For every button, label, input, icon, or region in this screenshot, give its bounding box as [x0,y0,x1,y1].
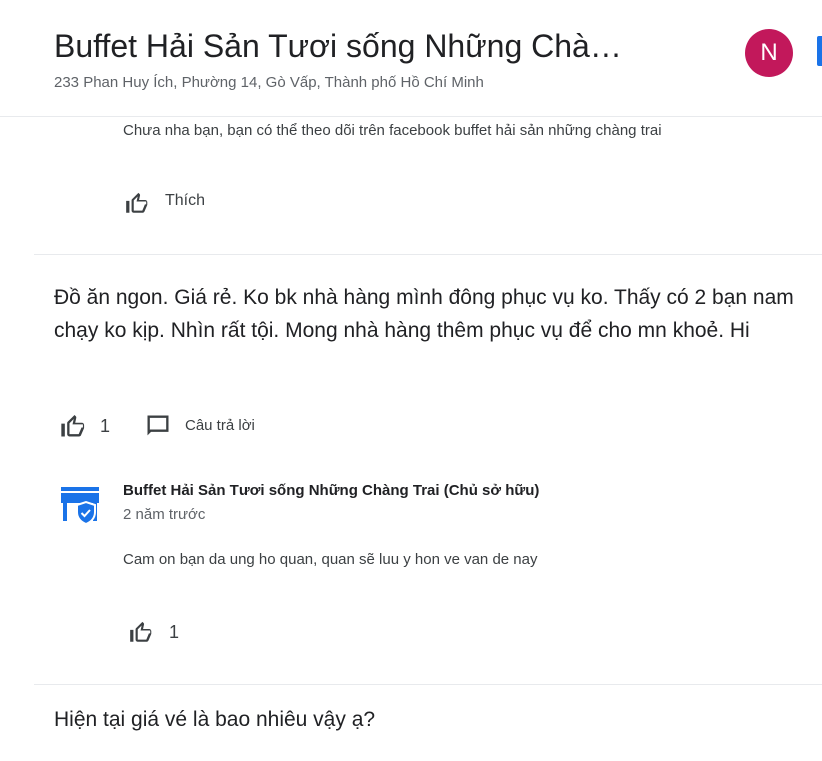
reply-text: Chưa nha bạn, bạn có thể theo dõi trên f… [123,122,662,139]
place-title: Buffet Hải Sản Tươi sống Những Chà… [54,28,622,64]
like-label: Thích [165,192,206,209]
owner-reply-like-count: 1 [169,622,180,642]
review-like-count: 1 [100,416,111,436]
side-panel-edge[interactable] [817,36,822,66]
section-divider [34,684,822,685]
comment-icon [147,415,169,436]
owner-name: Buffet Hải Sản Tươi sống Những Chàng Tra… [123,482,540,499]
verified-store-icon [61,487,99,526]
reply-label: Câu trả lời [185,417,255,434]
thumbs-up-icon [61,415,85,437]
account-avatar[interactable]: N [745,29,793,77]
place-address: 233 Phan Huy Ích, Phường 14, Gò Vấp, Thà… [54,74,484,91]
thumbs-up-icon [130,621,152,642]
place-header: Buffet Hải Sản Tươi sống Những Chà… 233 … [0,0,822,117]
review-text: Đồ ăn ngon. Giá rẻ. Ko bk nhà hàng mình … [54,286,794,342]
thumbs-up-icon [126,192,148,213]
owner-reply-time: 2 năm trước [123,506,206,523]
owner-reply-text: Cam on bạn da ung ho quan, quan sẽ luu y… [123,551,538,568]
section-divider [34,254,822,255]
avatar-letter: N [760,39,778,66]
reply-button[interactable]: Câu trả lời [144,410,274,442]
review-like-button[interactable]: 1 [58,410,118,442]
owner-reply-like-button[interactable]: 1 [127,618,187,648]
question-text: Hiện tại giá vé là bao nhiêu vậy ạ? [54,708,376,731]
like-button[interactable]: Thích [123,188,223,218]
